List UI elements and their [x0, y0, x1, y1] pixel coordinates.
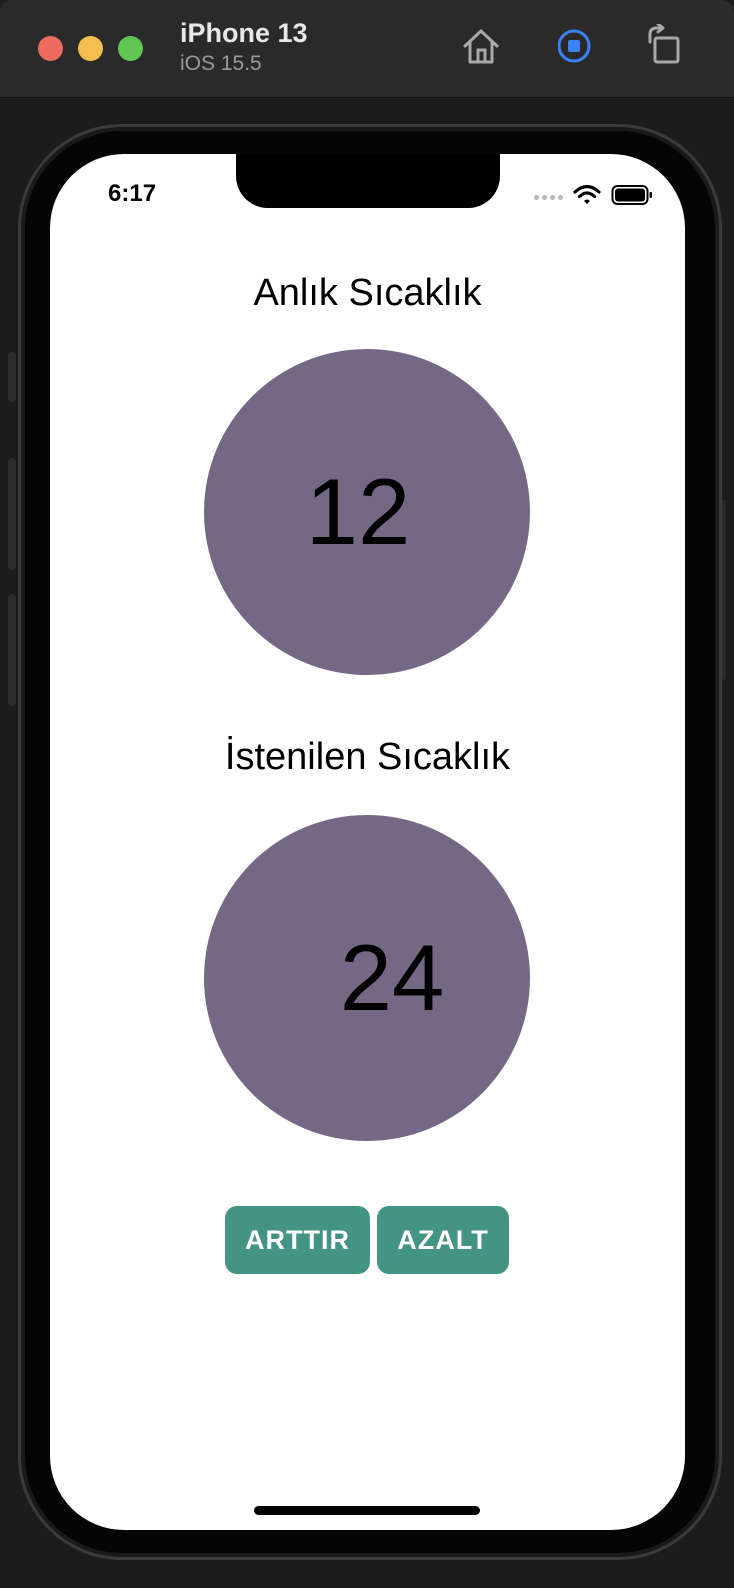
- phone-screen: 6:17 Anlık Sıcaklık 12 İstenilen Sıcaklı…: [50, 154, 685, 1530]
- status-time: 6:17: [108, 180, 157, 207]
- close-window-button[interactable]: [38, 36, 63, 61]
- zoom-window-button[interactable]: [118, 36, 143, 61]
- rotate-icon[interactable]: [648, 22, 692, 68]
- wifi-icon: [573, 184, 601, 211]
- increase-button[interactable]: ARTTIR: [225, 1206, 370, 1274]
- stop-recording-icon[interactable]: [557, 24, 602, 68]
- simulator-window: iPhone 13 iOS 15.5 6:17 Anlık Sıcaklık 1…: [0, 0, 734, 1588]
- battery-icon: [611, 184, 653, 211]
- minimize-window-button[interactable]: [78, 36, 103, 61]
- notch: [236, 154, 500, 208]
- target-temp-label: İstenilen Sıcaklık: [224, 736, 511, 778]
- mute-switch: [8, 352, 16, 402]
- home-icon[interactable]: [459, 24, 503, 68]
- decrease-button[interactable]: AZALT: [377, 1206, 509, 1274]
- current-temp-value: 12: [305, 459, 411, 564]
- target-temp-circle: 24: [204, 815, 530, 1141]
- home-indicator[interactable]: [254, 1506, 480, 1515]
- current-temp-circle: 12: [204, 349, 530, 675]
- target-temp-value: 24: [339, 925, 445, 1030]
- simulator-titlebar: iPhone 13 iOS 15.5: [0, 0, 734, 98]
- current-temp-label: Anlık Sıcaklık: [253, 272, 482, 314]
- signal-icon: [534, 195, 563, 200]
- status-icons: [534, 184, 653, 211]
- volume-down-button: [8, 594, 16, 706]
- volume-up-button: [8, 458, 16, 570]
- device-name: iPhone 13: [180, 18, 308, 48]
- os-version: iOS 15.5: [180, 52, 262, 75]
